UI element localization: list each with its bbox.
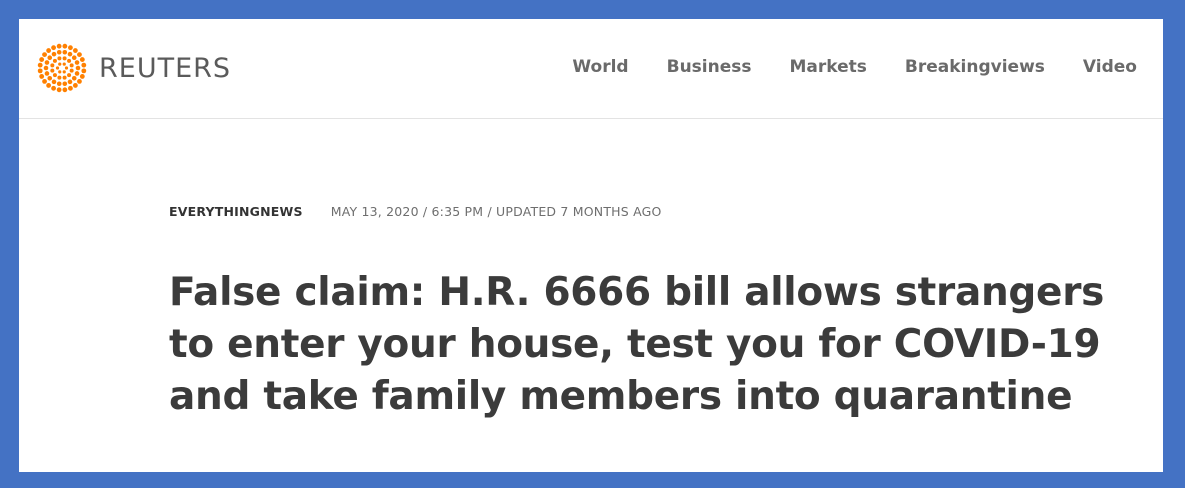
logo-dot — [81, 62, 87, 68]
logo-dot — [51, 51, 57, 57]
logo-dot — [46, 48, 52, 53]
article-headline: False claim: H.R. 6666 bill allows stran… — [169, 270, 1105, 419]
logo-dot — [79, 57, 85, 62]
nav-link-business[interactable]: Business — [667, 57, 752, 77]
logo-dot — [69, 68, 74, 73]
logo-dot — [79, 74, 85, 79]
logo-dot — [69, 63, 74, 68]
logo-dot — [50, 63, 55, 68]
logo-dot — [37, 62, 43, 68]
article-header: EVERYTHINGNEWS MAY 13, 2020 / 6:35 PM / … — [169, 204, 1149, 423]
logo-dot — [81, 68, 87, 74]
logo-dot — [39, 57, 45, 62]
logo-dot — [62, 56, 67, 61]
logo-dot — [56, 49, 62, 55]
logo-dot — [77, 78, 82, 84]
logo-dot — [42, 78, 47, 84]
logo-dot — [56, 87, 62, 93]
logo-dot — [74, 60, 80, 65]
logo-dot — [68, 45, 73, 51]
section-link[interactable]: EVERYTHINGNEWS — [169, 204, 303, 219]
logo-dot — [67, 73, 72, 78]
logo-dot — [74, 71, 80, 76]
logo-dot — [62, 87, 68, 93]
logo-dot — [58, 70, 62, 74]
nav-link-breakingviews[interactable]: Breakingviews — [905, 57, 1045, 77]
logo-dot — [62, 62, 66, 66]
logo-dot — [51, 79, 57, 85]
reuters-logo-link[interactable]: REUTERS — [35, 41, 231, 95]
logo-dot — [72, 48, 78, 53]
top-navigation-bar: REUTERS World Business Markets Breakingv… — [19, 19, 1163, 119]
logo-dot — [44, 60, 50, 65]
logo-dot — [77, 52, 82, 58]
logo-dot — [57, 56, 62, 61]
logo-dot — [39, 74, 45, 79]
logo-dot — [56, 81, 62, 87]
logo-dot — [72, 83, 78, 88]
logo-dot — [51, 45, 56, 51]
logo-dot — [47, 75, 53, 81]
logo-dot — [71, 75, 77, 81]
article-meta: EVERYTHINGNEWS MAY 13, 2020 / 6:35 PM / … — [169, 204, 1149, 219]
brand-name: REUTERS — [99, 52, 232, 84]
nav-link-markets[interactable]: Markets — [790, 57, 867, 77]
logo-dot — [67, 79, 73, 85]
logo-dot — [62, 70, 66, 74]
nav-link-video[interactable]: Video — [1083, 57, 1137, 77]
logo-dot — [50, 68, 55, 73]
nav-link-world[interactable]: World — [572, 57, 628, 77]
logo-dot — [44, 71, 50, 76]
logo-dot — [71, 55, 77, 61]
logo-dot — [64, 66, 69, 70]
logo-dot — [57, 75, 62, 80]
logo-dot — [62, 43, 68, 49]
logo-dot — [52, 58, 57, 63]
logo-dot — [75, 65, 81, 71]
main-nav: World Business Markets Breakingviews Vid… — [572, 57, 1137, 77]
logo-dot — [62, 49, 68, 55]
article-dateline: MAY 13, 2020 / 6:35 PM / UPDATED 7 MONTH… — [330, 204, 662, 219]
logo-dot — [42, 52, 47, 58]
logo-dot — [62, 81, 68, 87]
logo-dot — [37, 68, 43, 74]
logo-dot — [67, 51, 73, 57]
logo-dot — [52, 73, 57, 78]
page: REUTERS World Business Markets Breakingv… — [19, 19, 1163, 472]
logo-dot — [62, 75, 67, 80]
logo-dot — [67, 58, 72, 63]
logo-dot — [56, 43, 62, 49]
logo-dot — [43, 65, 49, 71]
logo-dot — [58, 62, 62, 66]
logo-dot — [51, 85, 56, 91]
logo-dot — [68, 85, 73, 91]
logo-dot — [46, 83, 52, 88]
logo-dot — [55, 66, 60, 70]
logo-dot — [47, 55, 53, 61]
reuters-dot-logo-icon — [37, 43, 87, 93]
